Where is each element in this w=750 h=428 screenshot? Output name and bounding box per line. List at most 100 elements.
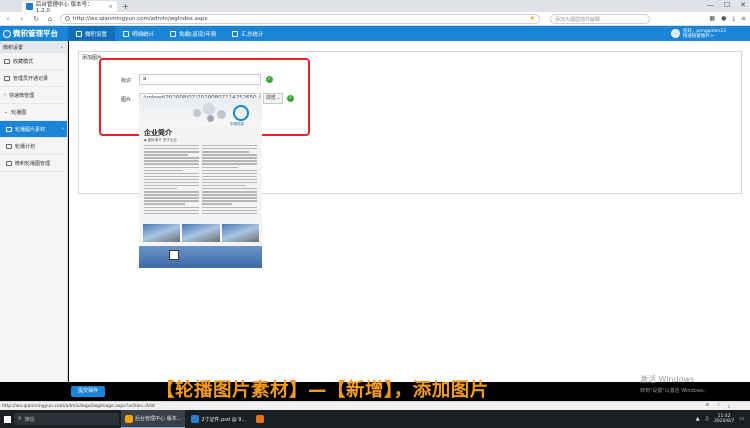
back-icon[interactable]: ‹	[4, 15, 12, 23]
user-menu[interactable]: 您好，pengqimin23 快速链接图片>	[670, 29, 750, 39]
clock[interactable]: 11:42 2020/8/7	[714, 414, 734, 425]
photoshop-app-icon	[191, 415, 200, 423]
taskbar: ⚲ 微信 后台管理中心 版本... 2寸证件.psd @ 9... ▲ ♫ 11…	[0, 410, 750, 428]
taskbar-search[interactable]: ⚲ 微信	[14, 413, 119, 425]
nav-annual-fee[interactable]: 免缴(返现)年费	[162, 26, 224, 41]
site-favicon-icon	[26, 3, 33, 10]
forward-icon[interactable]: ›	[18, 15, 26, 23]
windows-activation-watermark: 激活 Windows 转到"设置"以激活 Windows。	[640, 374, 709, 394]
notifications-icon[interactable]: ▭	[739, 416, 744, 422]
preview-text-left	[144, 145, 199, 216]
browser-status-bar: http://wx.qianmingyun.com/admin/wgui/wgi…	[0, 401, 750, 410]
browser-tab[interactable]: 后台管理中心 版本号：1.2.0 ×	[22, 1, 117, 14]
taskbar-app-illustrator[interactable]	[252, 410, 268, 428]
close-tab-icon[interactable]: ×	[108, 4, 113, 10]
home-icon[interactable]: ⌂	[46, 15, 54, 23]
refresh-icon[interactable]: ↻	[32, 15, 40, 23]
nav-annual-fee-label: 免缴(返现)年费	[179, 31, 217, 38]
bookmark-star-icon[interactable]: ★	[530, 15, 535, 22]
system-tray: ▲ ♫ 11:42 2020/8/7 ▭	[696, 414, 750, 425]
sidebar-item-quick-manage[interactable]: › 快速微管理	[0, 87, 67, 104]
folder-icon	[4, 58, 10, 64]
taskbar-app-label: 后台管理中心 版本...	[135, 416, 182, 422]
browser-search-input[interactable]: 添加大疆圆插件解释	[550, 13, 650, 24]
company-logo-icon	[233, 105, 249, 121]
window-controls: — ☐ ✕	[707, 1, 746, 9]
taskbar-app-label: 2寸证件.psd @ 9...	[201, 416, 247, 423]
sidebar-item-favorites[interactable]: 收藏模式	[0, 53, 67, 70]
folder-icon	[6, 143, 12, 149]
nav-settings[interactable]: 微积设置	[68, 26, 116, 41]
image-preview: 中国伟发 企业简介 ◆ 团队简介 关于企业	[139, 98, 262, 268]
maximize-icon[interactable]: ☐	[724, 1, 730, 9]
windows-start-icon[interactable]	[0, 410, 14, 428]
menu-icon[interactable]: ≡	[741, 15, 746, 23]
preview-text-right	[202, 145, 257, 216]
address-bar[interactable]: http://wx.qianmingyun.com/admin/wgIndex.…	[60, 13, 540, 24]
preview-heading: 企业简介	[144, 129, 172, 137]
main-content: 添加图片 标识 a ✓ 图片 /upload/202008/07/2020080…	[69, 41, 750, 397]
sidebar-item-carousel-plan[interactable]: 轮播计划	[0, 138, 67, 155]
sidebar-item-carousel[interactable]: ⌄ 轮播图	[0, 104, 67, 121]
speaker-icon[interactable]: ♪	[717, 403, 720, 409]
qr-code-icon	[169, 250, 179, 260]
taskbar-search-text: 微信	[24, 416, 35, 423]
folder-icon	[4, 75, 10, 81]
browser-tab-bar: 后台管理中心 版本号：1.2.0 × + — ☐ ✕	[0, 0, 750, 14]
new-tab-icon[interactable]: +	[117, 1, 134, 12]
minimize-icon[interactable]: —	[707, 1, 714, 9]
sidebar-header-label: 微积设置	[3, 44, 24, 51]
preview-logo-caption: 中国伟发	[230, 122, 244, 126]
illustrator-app-icon	[256, 415, 265, 423]
main-nav: 微积设置 明细统计 免缴(返现)年费 汇总统计	[68, 26, 271, 41]
nav-summary-stats-label: 汇总统计	[241, 31, 264, 38]
tutorial-caption: 【轮播图片素材】—【新增】，添加图片	[156, 380, 489, 401]
folder-icon	[6, 160, 12, 166]
nav-detail-stats[interactable]: 明细统计	[115, 26, 162, 41]
close-window-icon[interactable]: ✕	[740, 1, 746, 9]
sidebar-item-label: 快速微管理	[9, 92, 35, 99]
download-status-icon[interactable]: ⤓	[728, 403, 730, 409]
browser-toolbar: ‹ › ↻ ⌂ http://wx.qianmingyun.com/admin/…	[0, 12, 750, 26]
summary-icon	[232, 30, 239, 37]
sidebar: 微积设置 ⌄ 收藏模式 管理员开通记录 › 快速微管理 ⌄ 轮播图 轮播图片素材…	[0, 41, 68, 382]
app-logo: 微积管理平台	[0, 28, 68, 39]
status-url: http://wx.qianmingyun.com/admin/wgui/wgi…	[2, 403, 155, 409]
nav-detail-stats-label: 明细统计	[132, 31, 155, 38]
taskbar-app-browser[interactable]: 后台管理中心 版本...	[121, 410, 186, 428]
avatar	[670, 29, 680, 38]
search-icon: ⚲	[18, 416, 22, 422]
sidebar-header[interactable]: 微积设置 ⌄	[0, 41, 67, 53]
taskbar-app-photoshop[interactable]: 2寸证件.psd @ 9...	[187, 410, 250, 428]
chevron-down-icon: ⌄	[59, 44, 64, 50]
preview-spheres	[191, 101, 229, 123]
account-icon[interactable]: ●	[721, 15, 726, 23]
preview-subheading: ◆ 团队简介 关于企业	[144, 138, 177, 142]
sidebar-item-admin-log[interactable]: 管理员开通记录	[0, 70, 67, 87]
clock-date: 2020/8/7	[714, 419, 735, 424]
fee-icon	[170, 30, 177, 37]
folder-icon	[6, 126, 12, 132]
nav-settings-label: 微积设置	[85, 31, 108, 38]
status-tools: ⊕ ♪ ⤓	[705, 403, 750, 409]
sidebar-item-label: 轮播图	[11, 109, 27, 116]
watermark-subtitle: 转到"设置"以激活 Windows。	[640, 388, 709, 394]
volume-icon[interactable]: ♫	[705, 416, 709, 422]
sidebar-item-label: 轮播计划	[15, 143, 36, 150]
stats-icon	[123, 30, 130, 37]
watermark-title: 激活 Windows	[640, 375, 695, 384]
logo-icon	[3, 29, 11, 38]
settings-icon	[76, 30, 82, 37]
zoom-icon[interactable]: ⊕	[705, 403, 709, 409]
submit-button[interactable]: 提交保存	[71, 386, 105, 397]
network-icon[interactable]: ▲	[696, 416, 700, 422]
browser-app-icon	[125, 414, 133, 423]
sidebar-item-carousel-manage[interactable]: 微积轮播图管理	[0, 155, 67, 172]
download-icon[interactable]: ⤓	[732, 15, 735, 23]
user-quick-link[interactable]: 快速链接图片>	[683, 34, 726, 39]
sidebar-item-carousel-material[interactable]: 轮播图片素材 ›	[0, 121, 67, 138]
sidebar-item-label: 轮播图片素材	[15, 126, 46, 133]
extensions-icon[interactable]: ▦	[709, 15, 715, 23]
preview-footer	[139, 246, 262, 268]
nav-summary-stats[interactable]: 汇总统计	[224, 26, 271, 41]
